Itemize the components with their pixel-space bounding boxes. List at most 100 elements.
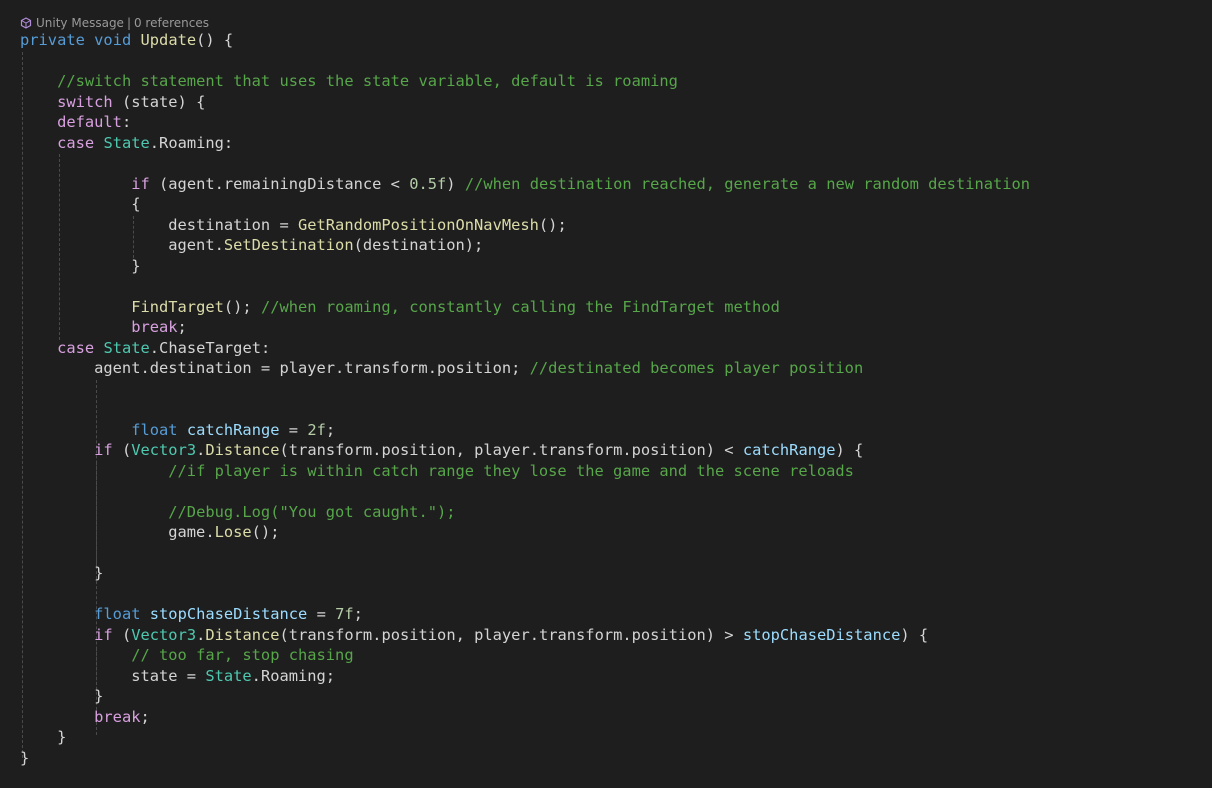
code-line[interactable]: } — [20, 563, 1030, 584]
code-token: } — [20, 256, 141, 275]
code-line[interactable]: //switch statement that uses the state v… — [20, 71, 1030, 92]
code-token: = — [279, 420, 308, 439]
code-token: catchRange — [742, 441, 836, 459]
code-line[interactable]: // too far, stop chasing — [20, 645, 1030, 666]
code-line[interactable]: agent.SetDestination(destination); — [20, 235, 1030, 256]
code-line[interactable]: case State.ChaseTarget: — [20, 338, 1030, 359]
code-token: Lose — [214, 523, 252, 541]
code-line[interactable]: } — [20, 256, 1030, 277]
code-line[interactable]: break; — [20, 317, 1030, 338]
code-token: . — [196, 625, 206, 644]
code-token: void — [94, 31, 132, 49]
code-token: SetDestination — [223, 236, 354, 254]
code-line[interactable]: if (Vector3.Distance(transform.position,… — [20, 440, 1030, 461]
code-token: 0.5f — [409, 174, 447, 193]
code-token: Distance — [205, 625, 280, 644]
code-token: case — [57, 338, 95, 357]
codelens-unity-message[interactable]: Unity Message — [36, 16, 124, 30]
code-line[interactable]: FindTarget(); //when roaming, constantly… — [20, 297, 1030, 318]
code-token: //if player is within catch range they l… — [168, 461, 854, 480]
code-token: game. — [20, 523, 215, 541]
code-token: GetRandomPositionOnNavMesh — [297, 215, 539, 234]
code-line[interactable]: game.Lose(); — [20, 522, 1030, 543]
code-token: ) { — [900, 625, 929, 644]
code-token: : — [121, 113, 132, 131]
code-token: Distance — [205, 441, 280, 459]
code-token: 7f — [335, 605, 354, 623]
code-token: float — [131, 420, 178, 439]
code-token: agent.destination = player.transform.pos… — [20, 359, 530, 377]
code-token: break — [94, 707, 141, 726]
code-line[interactable]: private void Update() { — [20, 30, 1030, 51]
code-text-area[interactable]: private void Update() { //switch stateme… — [20, 30, 1030, 768]
code-token: state = — [20, 666, 206, 685]
code-token: .Roaming: — [149, 133, 234, 152]
code-line[interactable]: agent.destination = player.transform.pos… — [20, 358, 1030, 379]
codelens-separator: | — [126, 16, 131, 30]
code-line[interactable]: break; — [20, 707, 1030, 728]
code-token: break — [131, 318, 178, 336]
code-token: agent. — [20, 236, 224, 254]
code-token: if — [94, 625, 113, 644]
code-token: { — [20, 195, 141, 213]
code-token: ; — [325, 420, 336, 439]
code-token: 2f — [307, 420, 326, 439]
code-token: catchRange — [186, 420, 280, 439]
code-line[interactable] — [20, 153, 1030, 174]
code-token: //switch statement that uses the state v… — [57, 72, 678, 90]
code-token: ) { — [835, 441, 864, 459]
code-token: ) — [446, 174, 465, 193]
code-token: Vector3 — [131, 441, 197, 459]
code-line[interactable]: } — [20, 748, 1030, 769]
codelens-references[interactable]: 0 references — [134, 16, 209, 30]
code-token: ( — [112, 625, 132, 644]
code-line[interactable]: case State.Roaming: — [20, 133, 1030, 154]
code-token: ( — [112, 441, 132, 459]
code-line[interactable]: if (agent.remainingDistance < 0.5f) //wh… — [20, 174, 1030, 195]
code-line[interactable]: float stopChaseDistance = 7f; — [20, 604, 1030, 625]
code-token: if — [131, 174, 150, 193]
code-token: State — [205, 666, 252, 685]
code-line[interactable]: } — [20, 686, 1030, 707]
code-token: stopChaseDistance — [149, 605, 308, 623]
code-line[interactable] — [20, 481, 1030, 502]
code-token: default — [57, 113, 122, 131]
code-editor[interactable]: Unity Message | 0 references private voi… — [0, 0, 1212, 788]
code-token: case — [57, 133, 95, 152]
code-line[interactable]: state = State.Roaming; — [20, 666, 1030, 687]
code-line[interactable]: float catchRange = 2f; — [20, 420, 1030, 441]
code-line[interactable]: switch (state) { — [20, 92, 1030, 113]
code-line[interactable] — [20, 399, 1030, 420]
code-token: } — [20, 728, 67, 746]
code-token: destination = — [20, 215, 298, 234]
code-token: ; — [140, 707, 150, 726]
code-line[interactable] — [20, 543, 1030, 564]
code-line[interactable]: //Debug.Log("You got caught."); — [20, 502, 1030, 523]
code-line[interactable] — [20, 379, 1030, 400]
code-token: (); — [251, 523, 280, 541]
code-token: Vector3 — [131, 625, 197, 644]
unity-cube-icon — [20, 17, 32, 29]
code-line[interactable]: default: — [20, 112, 1030, 133]
code-line[interactable] — [20, 276, 1030, 297]
code-line[interactable] — [20, 584, 1030, 605]
code-line[interactable]: //if player is within catch range they l… — [20, 461, 1030, 482]
code-line[interactable]: if (Vector3.Distance(transform.position,… — [20, 625, 1030, 646]
code-line[interactable] — [20, 51, 1030, 72]
code-line[interactable]: { — [20, 194, 1030, 215]
code-line[interactable]: } — [20, 727, 1030, 748]
code-line[interactable]: destination = GetRandomPositionOnNavMesh… — [20, 215, 1030, 236]
code-token: ; — [353, 605, 363, 623]
code-token: // too far, stop chasing — [131, 646, 354, 664]
